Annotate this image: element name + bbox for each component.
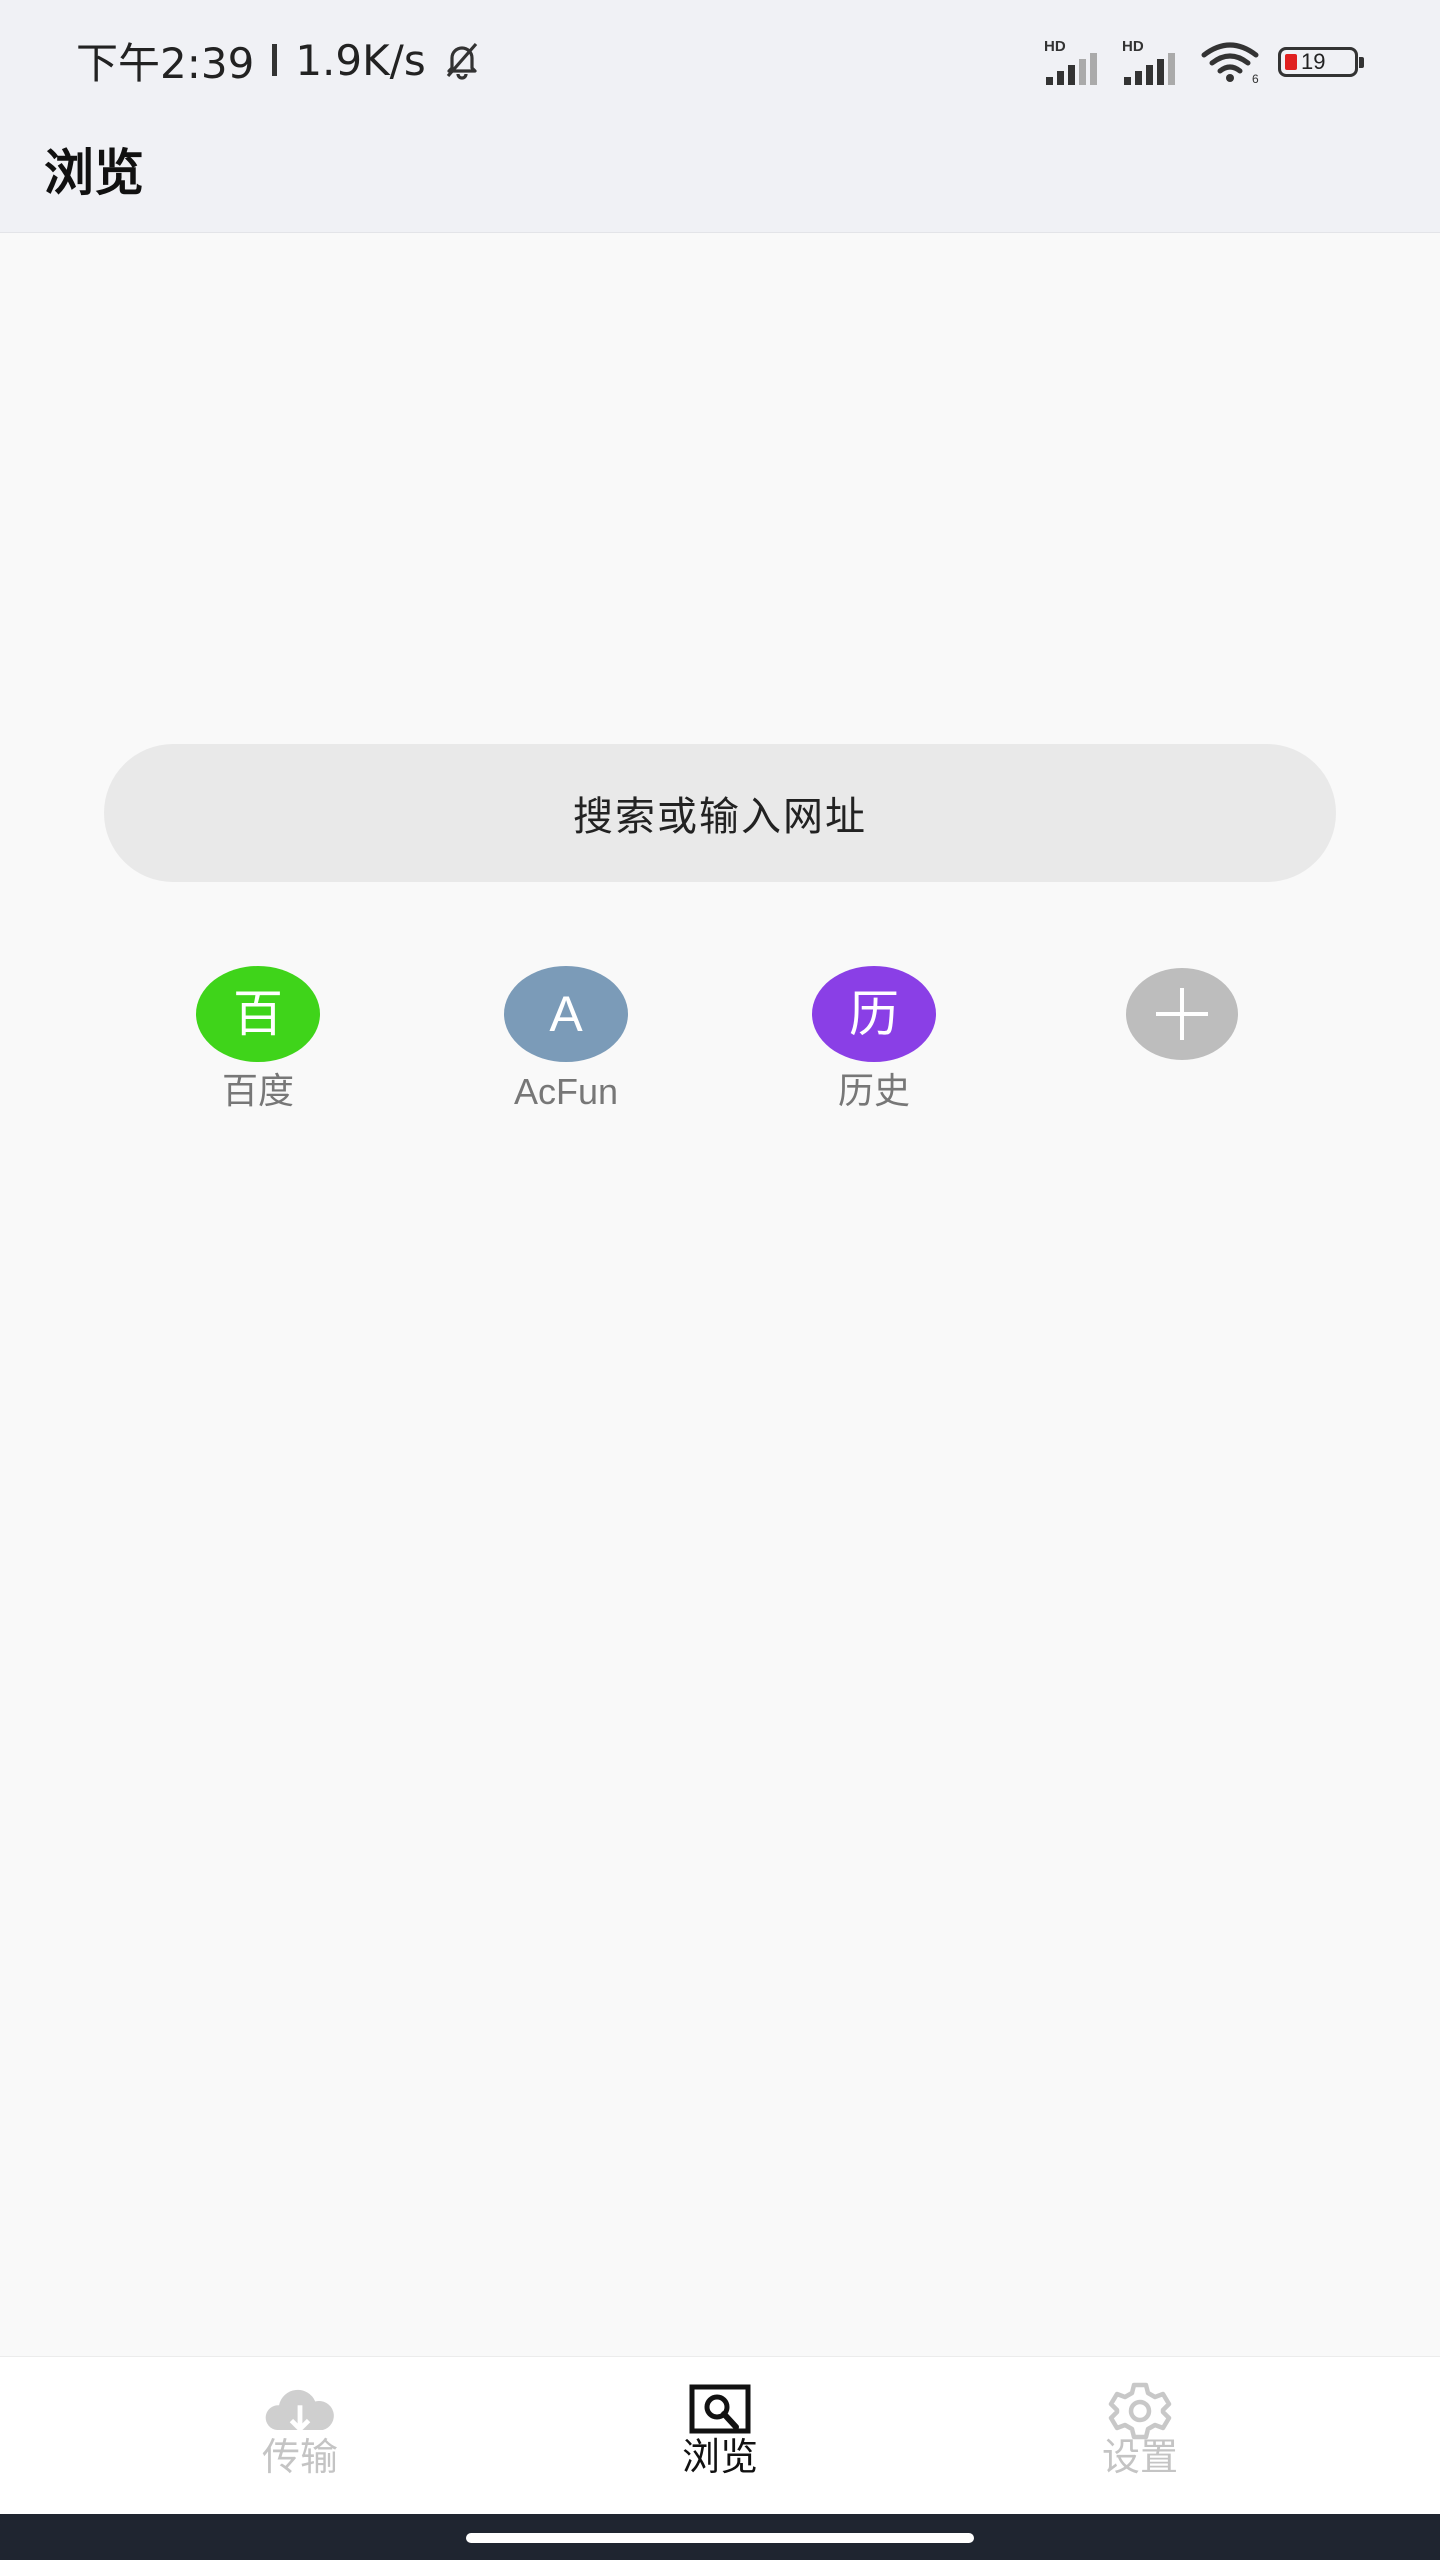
status-time: 下午2:39	[76, 38, 255, 88]
history-icon: 历	[812, 966, 936, 1062]
system-navigation-area	[0, 2514, 1440, 2560]
tab-browse[interactable]: 浏览	[600, 2381, 840, 2501]
quick-link-label: AcFun	[513, 1071, 619, 1112]
network-speed: 1.9K/s	[295, 35, 426, 85]
quick-link-icon-text: A	[549, 986, 583, 1042]
signal-strength-icon: HD	[1044, 39, 1106, 85]
quick-link-baidu[interactable]: 百 百度	[148, 966, 368, 1126]
page-title: 浏览	[44, 144, 144, 202]
add-quick-link-button[interactable]	[1072, 966, 1292, 1126]
quick-link-acfun[interactable]: A AcFun	[456, 966, 676, 1126]
signal-hd-label: HD	[1122, 38, 1144, 55]
home-gesture-handle[interactable]	[466, 2533, 974, 2543]
tab-label: 浏览	[681, 2435, 758, 2479]
battery-level-fill	[1285, 54, 1297, 70]
quick-link-history[interactable]: 历 历史	[764, 966, 984, 1126]
battery-level: 19	[1301, 49, 1326, 74]
gear-icon	[1100, 2381, 1180, 2441]
bottom-navigation: 传输 浏览 设置	[0, 2356, 1440, 2515]
battery-icon: 19	[1278, 47, 1364, 77]
status-separator	[272, 44, 278, 76]
acfun-icon: A	[504, 966, 628, 1062]
quick-link-label: 历史	[837, 1071, 910, 1112]
status-left: 下午2:39 1.9K/s	[76, 30, 484, 90]
app-header: 浏览	[0, 120, 1440, 233]
tab-settings[interactable]: 设置	[1020, 2381, 1260, 2501]
quick-link-label: 百度	[221, 1071, 294, 1112]
bell-slash-icon	[440, 38, 484, 82]
signal-strength-icon: HD	[1122, 39, 1184, 85]
search-placeholder: 搜索或输入网址	[573, 794, 867, 840]
tab-transfer[interactable]: 传输	[180, 2381, 420, 2501]
status-bar: 下午2:39 1.9K/s HD HD 6 19	[0, 0, 1440, 120]
quick-link-icon-text: 历	[849, 985, 899, 1043]
signal-hd-label: HD	[1044, 38, 1066, 55]
tab-label: 传输	[261, 2435, 338, 2479]
svg-text:6: 6	[1252, 72, 1259, 85]
cloud-download-icon	[260, 2381, 340, 2441]
search-input[interactable]: 搜索或输入网址	[104, 744, 1336, 882]
status-right: HD HD 6 19	[1044, 34, 1364, 90]
quick-links: 百 百度 A AcFun 历 历史	[0, 966, 1440, 1126]
browse-search-icon	[680, 2381, 760, 2441]
baidu-icon: 百	[196, 966, 320, 1062]
wifi-icon: 6	[1200, 39, 1262, 85]
quick-link-icon-text: 百	[233, 985, 283, 1043]
tab-label: 设置	[1101, 2435, 1178, 2479]
plus-icon	[1126, 968, 1238, 1060]
